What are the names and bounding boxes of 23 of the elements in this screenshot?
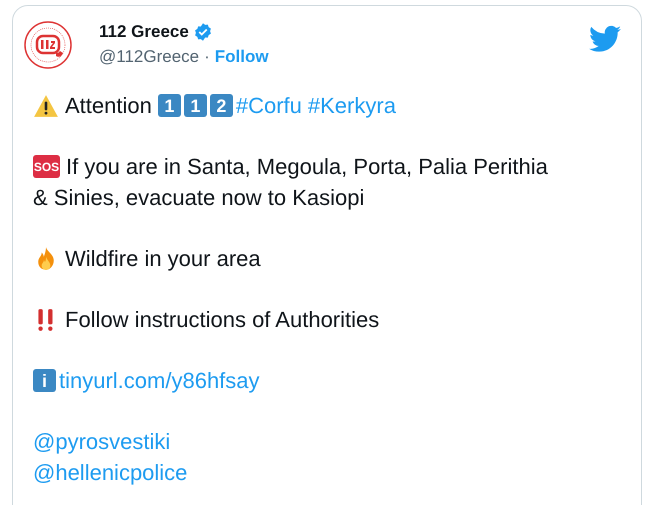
separator: · [204,46,210,68]
warning-icon [33,92,59,118]
mention-link[interactable]: @pyrosvestiki [33,426,170,457]
author-name: 112 Greece [99,21,189,44]
verified-icon [192,22,213,42]
tweet-text: Follow instructions of Authorities [65,306,380,334]
url-link[interactable]: tinyurl.com/y86hfsay [59,365,260,396]
bird-icon [589,25,621,53]
tweet-text: & Sinies, evacuate now to Kasiopi [33,184,364,212]
sos-badge: SOS [33,155,60,178]
mention-link[interactable]: @hellenicpolice [33,457,188,488]
tweet-text: If you are in Santa, Megoula, Porta, Palia Perithia [66,153,548,181]
keycap: 2 [210,94,233,117]
hashtag-link[interactable]: #Kerkyra [308,90,396,121]
keycap: 1 [184,94,207,117]
hashtag-link[interactable]: #Corfu [236,90,302,121]
follow-link[interactable]: Follow [214,44,269,70]
author-handle: @112Greece [99,46,200,68]
logo-icon [23,20,73,70]
tweet-text: Wildfire in your area [65,245,261,273]
keycap: 1 [158,94,181,117]
tweet-text: Attention [65,92,152,120]
keycap: i [33,369,56,392]
